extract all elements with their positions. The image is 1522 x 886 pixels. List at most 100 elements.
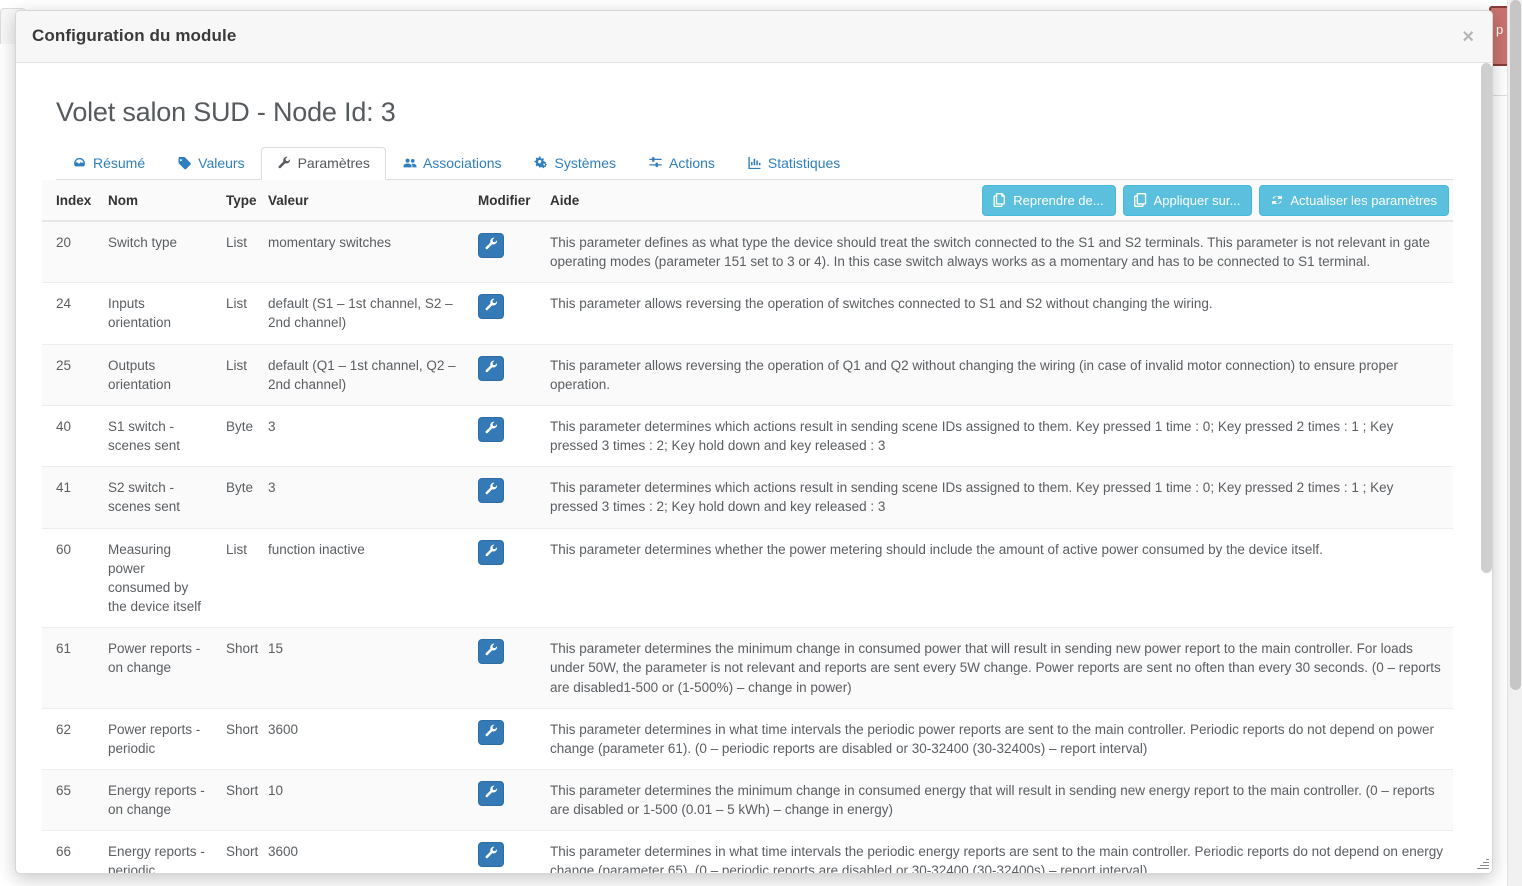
cell-type: Byte [218,466,260,529]
cell-aide: This parameter determines whether the po… [542,527,1453,628]
refresh-icon [1270,193,1284,207]
modifier-button[interactable] [478,842,504,868]
button-label: Actualiser les paramètres [1290,192,1437,208]
wrench-icon [484,544,499,561]
modifier-button[interactable] [478,780,504,806]
page-scrollbar[interactable] [1507,0,1522,886]
cell-valeur: 3600 [260,830,470,873]
cell-index: 62 [42,707,100,770]
modifier-button[interactable] [478,478,504,504]
cell-modifier [470,466,542,529]
table-row: 62 Power reports - periodic Short 3600 This … [42,707,1453,770]
cell-aide: This parameter determines the minimum ch… [542,627,1453,709]
page-title: Volet salon SUD - Node Id: 3 [56,97,396,127]
modifier-button[interactable] [478,416,504,442]
column-header-valeur: Valeur [260,180,470,222]
appliquer-sur-button[interactable]: Appliquer sur... [1122,185,1253,216]
wrench-icon [484,482,499,499]
tab-syst-mes[interactable]: Systèmes [518,147,632,180]
tab-label: Systèmes [554,155,616,171]
cell-modifier [470,282,542,345]
modifier-button[interactable] [478,355,504,381]
tab-r-sum-[interactable]: Résumé [56,147,161,180]
modifier-button[interactable] [478,233,504,258]
table-row: 24 Inputs orientation List default (S1 – 1s… [42,282,1453,345]
cell-modifier [470,830,542,873]
tab-label: Associations [422,155,502,171]
cell-type: Byte [218,404,260,467]
gears-icon [534,156,549,170]
cell-index: 20 [42,220,100,283]
wrench-icon [484,785,499,802]
cell-nom: Measuring power consumed by the device i… [100,527,218,628]
table-row: 65 Energy reports - on change Short 10 This … [42,768,1453,831]
wrench-icon [484,846,499,863]
tab-label: Statistiques [767,155,841,171]
cell-index: 25 [42,343,100,406]
copy-icon [993,193,1007,207]
cell-nom: Energy reports - on change [100,768,218,831]
tab-param-tres[interactable]: Paramètres [260,147,386,180]
close-icon[interactable]: × [1456,23,1480,51]
cell-index: 65 [42,768,100,831]
cell-nom: Inputs orientation [100,282,218,345]
tab-valeurs[interactable]: Valeurs [161,147,260,180]
cell-valeur: 3 [260,404,470,467]
tab-actions[interactable]: Actions [632,147,731,180]
cell-aide: This parameter determines the minimum ch… [542,768,1453,831]
parameters-table-body: 20 Switch type List momentary switches This … [42,220,1453,873]
cell-type: List [218,220,260,283]
column-header-aide-label: Aide [550,193,580,208]
users-icon [402,156,417,170]
wrench-icon [484,421,499,438]
tab-bar: Résumé Valeurs Paramètres Associations Systè… [56,144,1453,180]
modifier-button[interactable] [478,539,504,565]
cell-index: 61 [42,627,100,709]
cell-nom: Energy reports - periodic [100,830,218,873]
modifier-button[interactable] [478,294,504,320]
modal-header: Configuration du module × [16,11,1492,63]
actualiser-les-param-tres-button[interactable]: Actualiser les paramètres [1259,185,1449,216]
cell-type: Short [218,830,260,873]
cell-modifier [470,220,542,283]
cell-aide: This parameter determines in what time i… [542,707,1453,770]
cell-type: Short [218,627,260,709]
parameters-table-head: Index Nom Type Valeur Modifier Aide Repr… [42,180,1453,222]
tab-label: Paramètres [297,155,370,171]
tag-icon [177,156,192,170]
tab-label: Actions [669,155,715,171]
cell-valeur: 3600 [260,707,470,770]
resize-handle[interactable] [1475,856,1489,870]
sliders-icon [648,156,663,170]
table-row: 25 Outputs orientation List default (Q1 – 1… [42,343,1453,406]
table-row: 40 S1 switch - scenes sent Byte 3 This param… [42,404,1453,467]
modal-body: Volet salon SUD - Node Id: 3 Résumé Valeu… [16,63,1492,873]
page-scrollbar-thumb[interactable] [1510,0,1521,690]
table-row: 20 Switch type List momentary switches This … [42,220,1453,283]
button-label: Appliquer sur... [1153,192,1241,208]
cell-nom: Switch type [100,220,218,283]
cell-valeur: default (Q1 – 1st channel, Q2 – 2nd chan… [260,343,470,406]
table-row: 66 Energy reports - periodic Short 3600 This… [42,830,1453,873]
dashboard-icon [72,156,87,170]
modal-title: Configuration du module [32,26,237,45]
cell-index: 24 [42,282,100,345]
tab-associations[interactable]: Associations [386,147,518,180]
modal-scrollbar-thumb[interactable] [1481,63,1492,573]
wrench-icon [484,298,499,315]
modal-scrollbar[interactable] [1479,63,1492,873]
module-configuration-modal: Configuration du module × Volet salon SU… [15,10,1493,874]
reprendre-de-button[interactable]: Reprendre de... [982,185,1116,216]
modifier-button[interactable] [478,719,504,745]
cell-modifier [470,627,542,709]
modifier-button[interactable] [478,639,504,665]
cell-aide: This parameter allows reversing the oper… [542,343,1453,406]
cell-valeur: 3 [260,466,470,529]
column-header-type: Type [218,180,260,222]
table-row: 60 Measuring power consumed by the device… [42,527,1453,628]
toolbar-buttons: Reprendre de... Appliquer sur... Actualise… [982,185,1449,216]
cell-aide: This parameter allows reversing the oper… [542,282,1453,345]
tab-statistiques[interactable]: Statistiques [731,147,856,180]
tab-label: Résumé [93,155,146,171]
modal-content: Volet salon SUD - Node Id: 3 Résumé Valeu… [16,97,1479,873]
